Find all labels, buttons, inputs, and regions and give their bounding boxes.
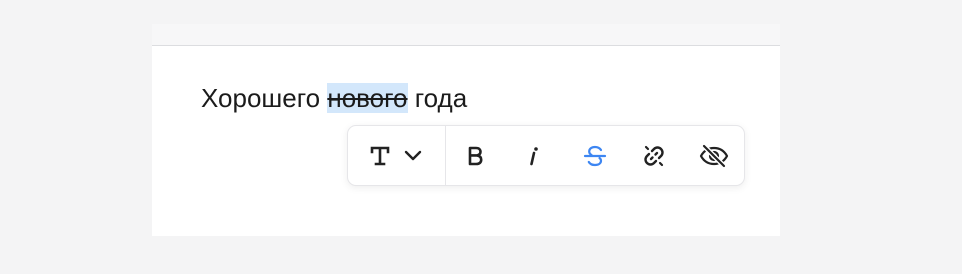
bold-icon (467, 146, 483, 166)
strikethrough-button[interactable] (565, 126, 625, 185)
editor-topbar (152, 24, 780, 46)
chevron-down-icon (404, 150, 422, 162)
link-button[interactable] (625, 126, 685, 185)
hide-button[interactable] (684, 126, 744, 185)
italic-icon (528, 146, 542, 166)
bold-button[interactable] (446, 126, 506, 185)
selected-text[interactable]: нового (327, 83, 408, 113)
editor-text[interactable]: Хорошего нового года (201, 75, 467, 121)
text-after: года (407, 83, 468, 113)
text-before: Хорошего (201, 83, 328, 113)
formatting-toolbar (347, 125, 745, 186)
strikethrough-icon (583, 145, 607, 167)
eye-off-icon (699, 143, 729, 168)
text-type-icon (370, 145, 390, 167)
text-type-dropdown[interactable] (348, 126, 446, 185)
italic-button[interactable] (505, 126, 565, 185)
link-icon (642, 144, 666, 168)
